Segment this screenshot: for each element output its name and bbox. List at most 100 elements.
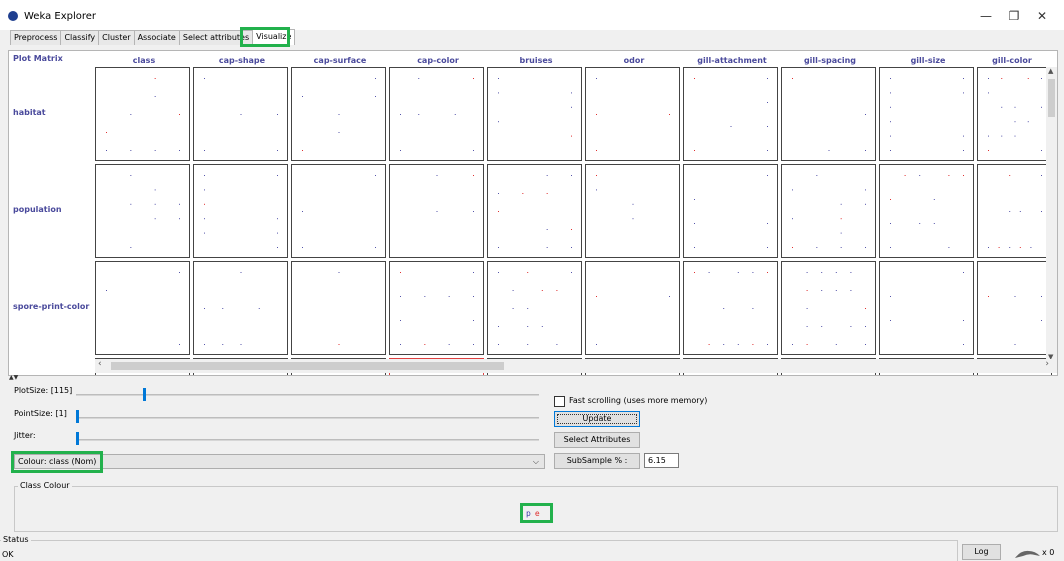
update-button[interactable]: Update <box>554 411 640 427</box>
scatter-cell-habitat-gill-attachment[interactable] <box>683 67 778 161</box>
scatter-point <box>1014 121 1016 123</box>
tab-classify[interactable]: Classify <box>60 30 100 45</box>
scroll-left-icon[interactable]: ‹ <box>98 359 102 369</box>
close-icon[interactable]: ✕ <box>1032 9 1052 23</box>
scatter-cell-population-gill-size[interactable] <box>879 164 974 258</box>
scatter-point <box>933 223 935 224</box>
scatter-point <box>400 150 401 151</box>
scatter-point <box>527 344 529 345</box>
scatter-cell-spore-print-color-cap-color[interactable] <box>389 261 484 355</box>
scatter-point <box>806 290 808 291</box>
scatter-cell-population-odor[interactable] <box>585 164 680 258</box>
scatter-point <box>277 247 278 248</box>
point-size-slider-track[interactable] <box>76 417 539 419</box>
vertical-scrollbar[interactable]: ▲ ▼ <box>1046 67 1057 361</box>
column-header-bruises: bruises <box>519 56 553 65</box>
scatter-cell-spore-print-color-odor[interactable] <box>585 261 680 355</box>
scatter-cell-population-cap-color[interactable] <box>389 164 484 258</box>
scatter-cell-spore-print-color-cap-surface[interactable] <box>291 261 386 355</box>
scatter-cell-habitat-gill-spacing[interactable] <box>781 67 876 161</box>
vertical-scroll-thumb[interactable] <box>1048 79 1055 117</box>
scatter-cell-habitat-odor[interactable] <box>585 67 680 161</box>
scatter-cell-population-gill-color[interactable] <box>977 164 1052 258</box>
scatter-point <box>240 114 242 115</box>
scatter-point <box>890 106 891 108</box>
scatter-cell-population-cap-surface[interactable] <box>291 164 386 258</box>
column-header-gill-attachment: gill-attachment <box>697 56 767 65</box>
tab-preprocess[interactable]: Preprocess <box>10 30 62 45</box>
scatter-point <box>767 150 768 151</box>
scatter-cell-habitat-cap-shape[interactable] <box>193 67 288 161</box>
scatter-cell-population-bruises[interactable] <box>487 164 582 258</box>
scatter-cell-population-gill-attachment[interactable] <box>683 164 778 258</box>
class-label-e[interactable]: e <box>535 509 540 518</box>
scatter-cell-habitat-gill-color[interactable] <box>977 67 1052 161</box>
scatter-point <box>694 150 695 151</box>
scatter-point <box>154 150 156 151</box>
scatter-point <box>571 175 572 176</box>
scatter-cell-habitat-class[interactable] <box>95 67 190 161</box>
chevron-down-icon[interactable]: ⌵ <box>533 457 539 467</box>
log-button[interactable]: Log <box>962 544 1001 560</box>
scatter-cell-population-gill-spacing[interactable] <box>781 164 876 258</box>
scatter-point <box>919 223 921 224</box>
scatter-point <box>890 296 891 297</box>
minimize-icon[interactable]: — <box>976 9 996 23</box>
scatter-point <box>240 344 242 345</box>
class-label-p[interactable]: p <box>526 509 531 518</box>
subsample-input[interactable]: 6.15 <box>644 453 679 468</box>
tab-select-attributes[interactable]: Select attributes <box>178 30 254 45</box>
scroll-right-icon[interactable]: › <box>1045 359 1049 369</box>
scatter-points <box>890 175 964 248</box>
scatter-cell-habitat-bruises[interactable] <box>487 67 582 161</box>
scatter-point <box>821 272 823 273</box>
jitter-slider-thumb[interactable] <box>76 432 79 445</box>
tab-cluster[interactable]: Cluster <box>98 30 135 45</box>
scatter-point <box>792 344 793 345</box>
maximize-icon[interactable]: ❐ <box>1004 9 1024 23</box>
point-size-slider-thumb[interactable] <box>76 410 79 423</box>
scatter-point <box>527 326 529 327</box>
scatter-cell-habitat-cap-color[interactable] <box>389 67 484 161</box>
scatter-cell-population-cap-shape[interactable] <box>193 164 288 258</box>
scatter-cell-population-class[interactable] <box>95 164 190 258</box>
horizontal-scrollbar[interactable]: ‹ › <box>95 359 1057 373</box>
scatter-cell-spore-print-color-bruises[interactable] <box>487 261 582 355</box>
select-attributes-button[interactable]: Select Attributes <box>554 432 640 448</box>
scatter-cell-spore-print-color-cap-shape[interactable] <box>193 261 288 355</box>
jitter-slider-track[interactable] <box>76 439 539 441</box>
scatter-cell-spore-print-color-gill-size[interactable] <box>879 261 974 355</box>
horizontal-scroll-thumb[interactable] <box>111 362 504 370</box>
scatter-point <box>130 203 132 205</box>
weka-status-bird-icon <box>1015 550 1040 558</box>
scroll-up-icon[interactable]: ▲ <box>1048 67 1053 75</box>
scatter-points <box>106 272 180 345</box>
scatter-point <box>448 296 450 297</box>
weka-bird-icon <box>8 11 18 21</box>
scatter-point <box>767 247 768 248</box>
scatter-cell-spore-print-color-gill-spacing[interactable] <box>781 261 876 355</box>
scatter-point <box>277 218 278 220</box>
scatter-point <box>752 272 754 273</box>
plot-size-slider-thumb[interactable] <box>142 388 146 401</box>
scatter-cell-spore-print-color-gill-attachment[interactable] <box>683 261 778 355</box>
scatter-cell-spore-print-color-class[interactable] <box>95 261 190 355</box>
tab-visualize[interactable]: Visualize <box>252 29 296 45</box>
tab-associate[interactable]: Associate <box>133 30 180 45</box>
scatter-point <box>792 189 793 191</box>
scatter-points <box>204 272 260 345</box>
scatter-cell-habitat-cap-surface[interactable] <box>291 67 386 161</box>
scatter-points <box>792 272 866 345</box>
colour-select[interactable]: Colour: class (Nom) ⌵ <box>14 454 545 469</box>
scatter-point <box>669 114 670 115</box>
fast-scrolling-checkbox[interactable] <box>554 396 565 407</box>
scatter-cell-habitat-gill-size[interactable] <box>879 67 974 161</box>
scatter-point <box>154 189 156 191</box>
subsample-button[interactable]: SubSample % : <box>554 453 640 469</box>
plot-matrix-panel[interactable]: Plot Matrix class cap-shape cap-surface … <box>8 50 1058 376</box>
scatter-cell-spore-print-color-gill-color[interactable] <box>977 261 1052 355</box>
scatter-point <box>130 247 132 248</box>
scatter-point <box>865 308 866 309</box>
scatter-point <box>998 247 1000 248</box>
split-pane-handle-icon[interactable]: ▲▼ <box>9 374 18 381</box>
